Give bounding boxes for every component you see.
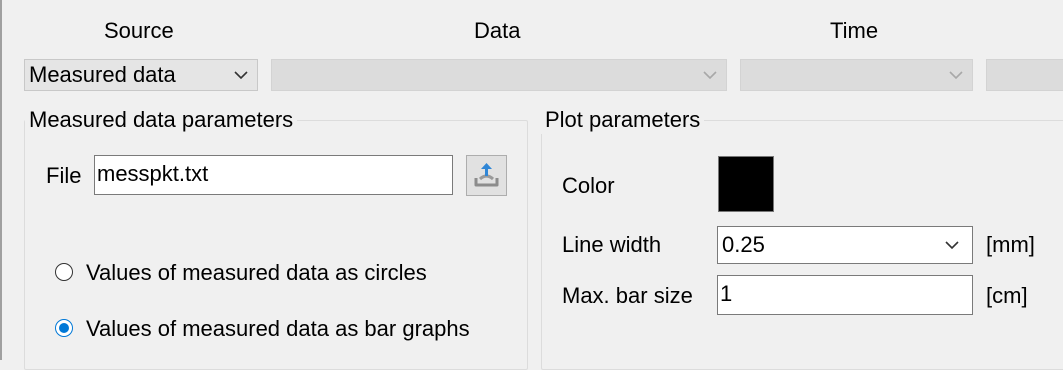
data-select[interactable] xyxy=(271,59,727,91)
line-width-value: 0.25 xyxy=(722,232,765,257)
line-width-unit: [mm] xyxy=(986,232,1035,257)
source-header: Source xyxy=(104,18,174,43)
file-input-value: messpkt.txt xyxy=(97,161,209,186)
color-swatch-button[interactable] xyxy=(718,156,774,212)
time-select[interactable] xyxy=(740,59,973,91)
measured-group-title: Measured data parameters xyxy=(25,106,298,134)
line-width-label: Line width xyxy=(562,232,662,257)
chevron-down-icon xyxy=(945,241,959,250)
line-width-select[interactable]: 0.25 xyxy=(717,226,973,264)
extra-select[interactable] xyxy=(986,59,1063,91)
max-bar-size-input[interactable]: 1 xyxy=(717,275,973,315)
window-left-border xyxy=(0,0,2,360)
radio-circles[interactable] xyxy=(55,263,73,281)
data-header: Data xyxy=(474,18,521,43)
time-header: Time xyxy=(830,18,879,43)
max-bar-size-unit: [cm] xyxy=(986,283,1028,308)
open-file-button[interactable] xyxy=(466,155,507,196)
source-select-value: Measured data xyxy=(29,62,176,87)
chevron-down-icon xyxy=(234,71,248,80)
radio-bar-graphs[interactable] xyxy=(55,319,73,337)
chevron-down-icon xyxy=(703,71,717,80)
chevron-down-icon xyxy=(949,71,963,80)
radio-bars-label: Values of measured data as bar graphs xyxy=(86,316,470,341)
radio-circles-label: Values of measured data as circles xyxy=(86,260,427,285)
max-bar-size-label: Max. bar size xyxy=(562,283,693,308)
file-label: File xyxy=(46,163,82,188)
max-bar-size-value: 1 xyxy=(720,281,733,306)
upload-file-icon xyxy=(474,163,499,187)
radio-selected-dot xyxy=(59,323,69,333)
color-label: Color xyxy=(562,173,615,198)
plot-group-title: Plot parameters xyxy=(541,106,705,134)
source-select[interactable]: Measured data xyxy=(24,59,258,91)
file-input[interactable]: messpkt.txt xyxy=(94,155,453,195)
